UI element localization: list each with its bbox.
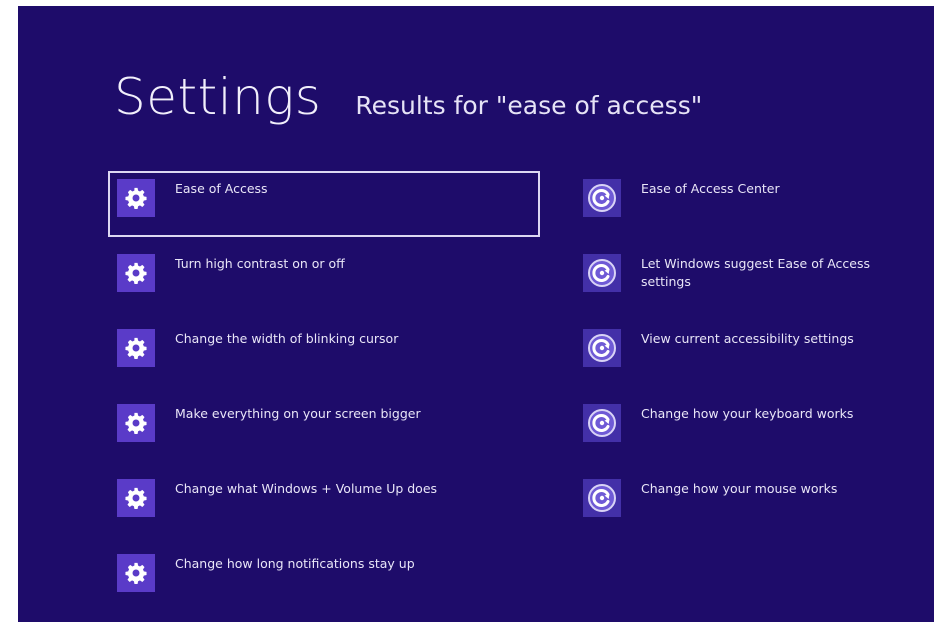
gear-icon bbox=[117, 479, 155, 517]
result-label: View current accessibility settings bbox=[641, 331, 854, 346]
control-panel-results-column: Ease of Access Center Let Windows sugges… bbox=[574, 171, 924, 546]
settings-results-column: Ease of Access Turn high contrast on or … bbox=[108, 171, 540, 621]
result-high-contrast[interactable]: Turn high contrast on or off bbox=[108, 246, 538, 304]
search-results-subtitle: Results for "ease of access" bbox=[355, 91, 703, 120]
ease-of-access-icon bbox=[583, 404, 621, 442]
search-results-screen: Settings Results for "ease of access" Ea… bbox=[18, 6, 934, 622]
gear-icon bbox=[117, 179, 155, 217]
ease-of-access-icon bbox=[583, 254, 621, 292]
result-keyboard-settings[interactable]: Change how your keyboard works bbox=[574, 396, 924, 454]
header: Settings Results for "ease of access" bbox=[114, 68, 702, 126]
result-cursor-width[interactable]: Change the width of blinking cursor bbox=[108, 321, 538, 379]
result-label: Change what Windows + Volume Up does bbox=[175, 481, 438, 496]
result-ease-of-access[interactable]: Ease of Access bbox=[108, 171, 540, 237]
gear-icon bbox=[117, 329, 155, 367]
gear-icon bbox=[117, 254, 155, 292]
ease-of-access-icon bbox=[583, 179, 621, 217]
result-label: Ease of Access Center bbox=[641, 181, 780, 196]
result-label: Turn high contrast on or off bbox=[175, 256, 345, 271]
page-title: Settings bbox=[114, 68, 322, 126]
result-label: Change how your mouse works bbox=[641, 481, 838, 496]
result-label: Ease of Access bbox=[175, 181, 268, 196]
result-label: Change the width of blinking cursor bbox=[175, 331, 399, 346]
result-windows-volume-up[interactable]: Change what Windows + Volume Up does bbox=[108, 471, 538, 529]
result-view-accessibility-settings[interactable]: View current accessibility settings bbox=[574, 321, 924, 379]
result-ease-of-access-center[interactable]: Ease of Access Center bbox=[574, 171, 924, 229]
result-screen-bigger[interactable]: Make everything on your screen bigger bbox=[108, 396, 538, 454]
ease-of-access-icon bbox=[583, 329, 621, 367]
ease-of-access-icon bbox=[583, 479, 621, 517]
gear-icon bbox=[117, 404, 155, 442]
result-label: Make everything on your screen bigger bbox=[175, 406, 421, 421]
result-label: Let Windows suggest Ease of Access setti… bbox=[641, 256, 871, 289]
result-notifications-duration[interactable]: Change how long notifications stay up bbox=[108, 546, 538, 604]
result-label: Change how your keyboard works bbox=[641, 406, 854, 421]
result-label: Change how long notifications stay up bbox=[175, 556, 415, 571]
result-mouse-settings[interactable]: Change how your mouse works bbox=[574, 471, 924, 529]
result-suggest-settings[interactable]: Let Windows suggest Ease of Access setti… bbox=[574, 246, 924, 304]
gear-icon bbox=[117, 554, 155, 592]
